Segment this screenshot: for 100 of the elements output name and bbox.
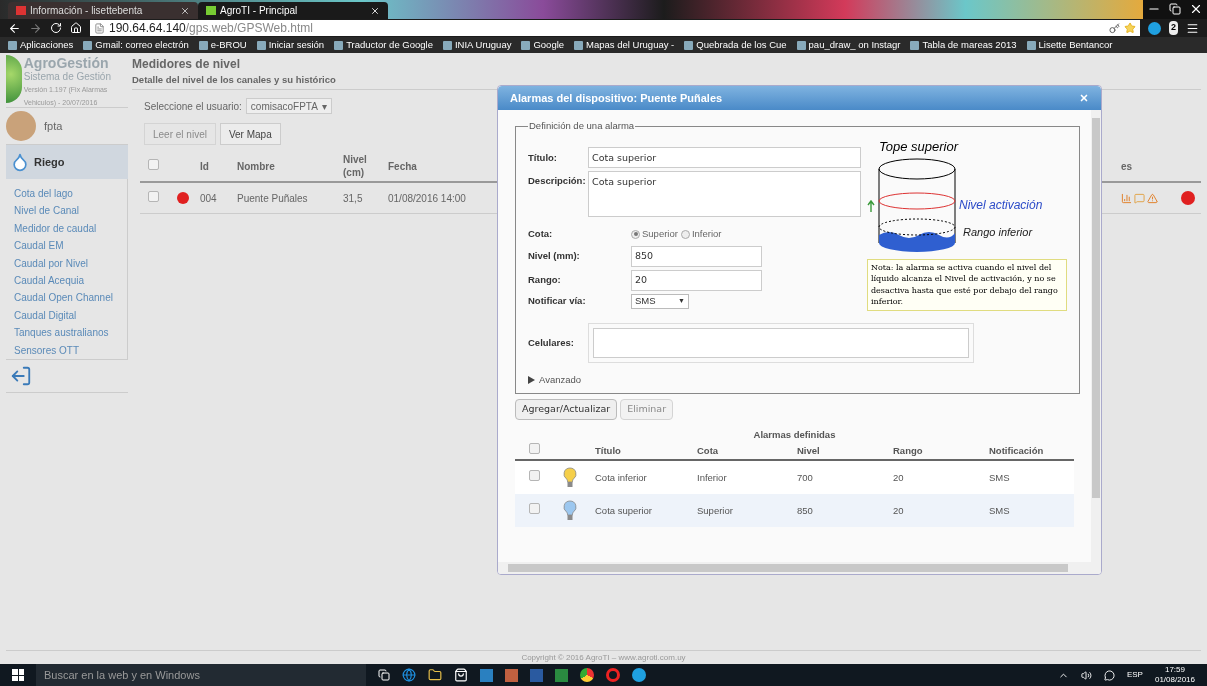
field-label: Descripción: [528, 174, 587, 189]
language-indicator[interactable]: ESP [1126, 669, 1143, 681]
bookmark-link[interactable]: Gmail: correo electrón [83, 37, 189, 53]
bookmark-favicon-icon [910, 40, 920, 50]
user-select-label: Seleccione el usuario: [144, 99, 242, 114]
close-icon[interactable] [370, 5, 380, 16]
browser-app-icon[interactable] [402, 668, 416, 682]
column-header: Cota [697, 443, 720, 458]
menu-icon[interactable] [1186, 21, 1199, 35]
bookmark-link[interactable]: e-BROU [198, 37, 247, 53]
bookmark-link[interactable]: Iniciar sesión [256, 37, 325, 53]
bookmark-favicon-icon [334, 40, 344, 50]
table-cell-text: 20 [893, 503, 905, 518]
dropdown-caret-icon: ▾ [321, 98, 327, 114]
bookmark-link[interactable]: INIA Uruguay [442, 37, 512, 53]
app-tile-icon[interactable] [555, 668, 568, 682]
close-icon[interactable] [180, 5, 190, 16]
bookmark-favicon-icon [574, 40, 584, 50]
bookmark-link[interactable]: Lisette Bentancor [1026, 37, 1113, 53]
checkbox[interactable] [529, 443, 540, 455]
app-tile-icon[interactable] [480, 668, 493, 682]
table-cell-text: Cota inferior [595, 470, 648, 485]
tab-title: Información - lisettebenta [30, 4, 144, 18]
checkbox[interactable] [148, 190, 159, 202]
vertical-scrollbar[interactable] [1091, 110, 1101, 562]
star-icon[interactable] [1124, 22, 1136, 34]
range-input[interactable]: 20 [631, 269, 762, 291]
action-button[interactable]: Ver Mapa [219, 123, 281, 146]
note-text: Nota: la alarma se activa cuando el nivel del líquido alcanza el Nivel de activación, y no se desactiva hasta que esté por debajo del rango inferior. [867, 258, 1067, 311]
table-cell-text: Cota superior [595, 503, 654, 518]
bookmark-link[interactable]: Traductor de Google [334, 37, 433, 53]
bookmark-favicon-icon [796, 40, 806, 50]
skype-app-icon[interactable] [632, 668, 646, 682]
field-label: Cota: [528, 227, 554, 242]
chrome-app-icon[interactable] [580, 668, 594, 682]
taskbar-search-field[interactable]: Buscar en la web y en Windows [36, 664, 366, 686]
section-header[interactable]: Riego [6, 145, 128, 179]
table-cell-text: Superior [697, 503, 734, 518]
copyright-text: Copyright © 2016 AgroTI – www.agroti.com.uy [521, 651, 686, 664]
fieldset-legend: Definición de una alarma [528, 119, 636, 134]
advanced-toggle[interactable]: Avanzado [528, 372, 1067, 387]
forward-icon[interactable] [29, 21, 42, 35]
clock-time[interactable]: 17:59 [1164, 665, 1185, 675]
extension-badge[interactable]: 2 [1169, 21, 1178, 35]
clock-date[interactable]: 01/08/2016 [1154, 675, 1195, 685]
table-cell-text: 004 [200, 191, 218, 206]
table-cell-text: SMS [989, 503, 1011, 518]
key-icon[interactable] [1109, 22, 1120, 34]
skype-extension-icon[interactable] [1148, 21, 1161, 35]
bookmark-favicon-icon [442, 40, 452, 50]
task-view-icon[interactable] [378, 669, 390, 681]
phones-input[interactable] [593, 327, 969, 358]
radio-option[interactable]: Superior [631, 227, 678, 242]
volume-icon[interactable] [1080, 669, 1092, 681]
description-textarea[interactable]: Cota superior [588, 171, 861, 218]
back-icon[interactable] [8, 21, 21, 35]
restore-icon[interactable] [1169, 3, 1181, 15]
user-select[interactable]: comisacoFPTA ▾ [245, 98, 332, 115]
column-header: Id [200, 159, 210, 174]
windows-start-icon[interactable] [12, 669, 24, 681]
globe-logo-icon [6, 55, 22, 103]
table-cell-text: 700 [797, 470, 814, 485]
column-header: Nombre [237, 159, 276, 174]
bookmark-link[interactable]: Tabla de mareas 2013 [910, 37, 1017, 53]
bookmark-link[interactable]: Google [521, 37, 565, 53]
notifications-icon[interactable] [1103, 669, 1115, 681]
radio-option[interactable]: Inferior [680, 227, 722, 242]
bookmark-favicon-icon [198, 40, 208, 50]
bookmark-link[interactable]: Mapas del Uruguay - [574, 37, 675, 53]
alarm-row[interactable]: Cota inferior Inferior 700 20 SMS [515, 461, 1074, 495]
level-input[interactable]: 850 [631, 245, 762, 267]
folder-app-icon[interactable] [428, 668, 442, 682]
user-name: fpta [44, 118, 63, 134]
address-field[interactable]: 190.64.64.140/gps.web/GPSWeb.html [90, 20, 1140, 36]
bookmark-favicon-icon [1026, 40, 1036, 50]
table-cell-text: Inferior [697, 470, 728, 485]
dialog-button[interactable]: Agregar/Actualizar [515, 399, 618, 420]
bookmark-link[interactable]: Quebrada de los Cue [684, 37, 787, 53]
home-icon[interactable] [70, 22, 82, 34]
logout-icon[interactable] [10, 365, 32, 388]
bookmark-link[interactable]: pau_draw_ on Instagr [796, 37, 901, 53]
browser-tab[interactable]: AgroTI - Principal [198, 2, 388, 19]
checkbox[interactable] [529, 470, 540, 482]
close-icon[interactable] [1189, 2, 1203, 16]
title-input[interactable]: Cota superior [588, 147, 861, 169]
opera-app-icon[interactable] [606, 668, 620, 682]
browser-tab[interactable]: Información - lisettebenta [8, 2, 198, 19]
checkbox[interactable] [148, 158, 159, 170]
user-avatar [6, 111, 36, 141]
app-tile-icon[interactable] [505, 668, 518, 682]
horizontal-scrollbar[interactable] [498, 562, 1101, 574]
field-label: Rango: [528, 272, 562, 287]
column-header: Título [595, 443, 622, 458]
alarms-table-title: Alarmas definidas [753, 428, 836, 442]
bookmark-link[interactable]: Aplicaciones [8, 37, 74, 53]
app-tile-icon[interactable] [530, 668, 543, 682]
reload-icon[interactable] [50, 22, 62, 34]
store-app-icon[interactable] [454, 668, 468, 682]
alarm-row[interactable]: Cota superior Superior 850 20 SMS [515, 494, 1074, 528]
checkbox[interactable] [529, 503, 540, 515]
